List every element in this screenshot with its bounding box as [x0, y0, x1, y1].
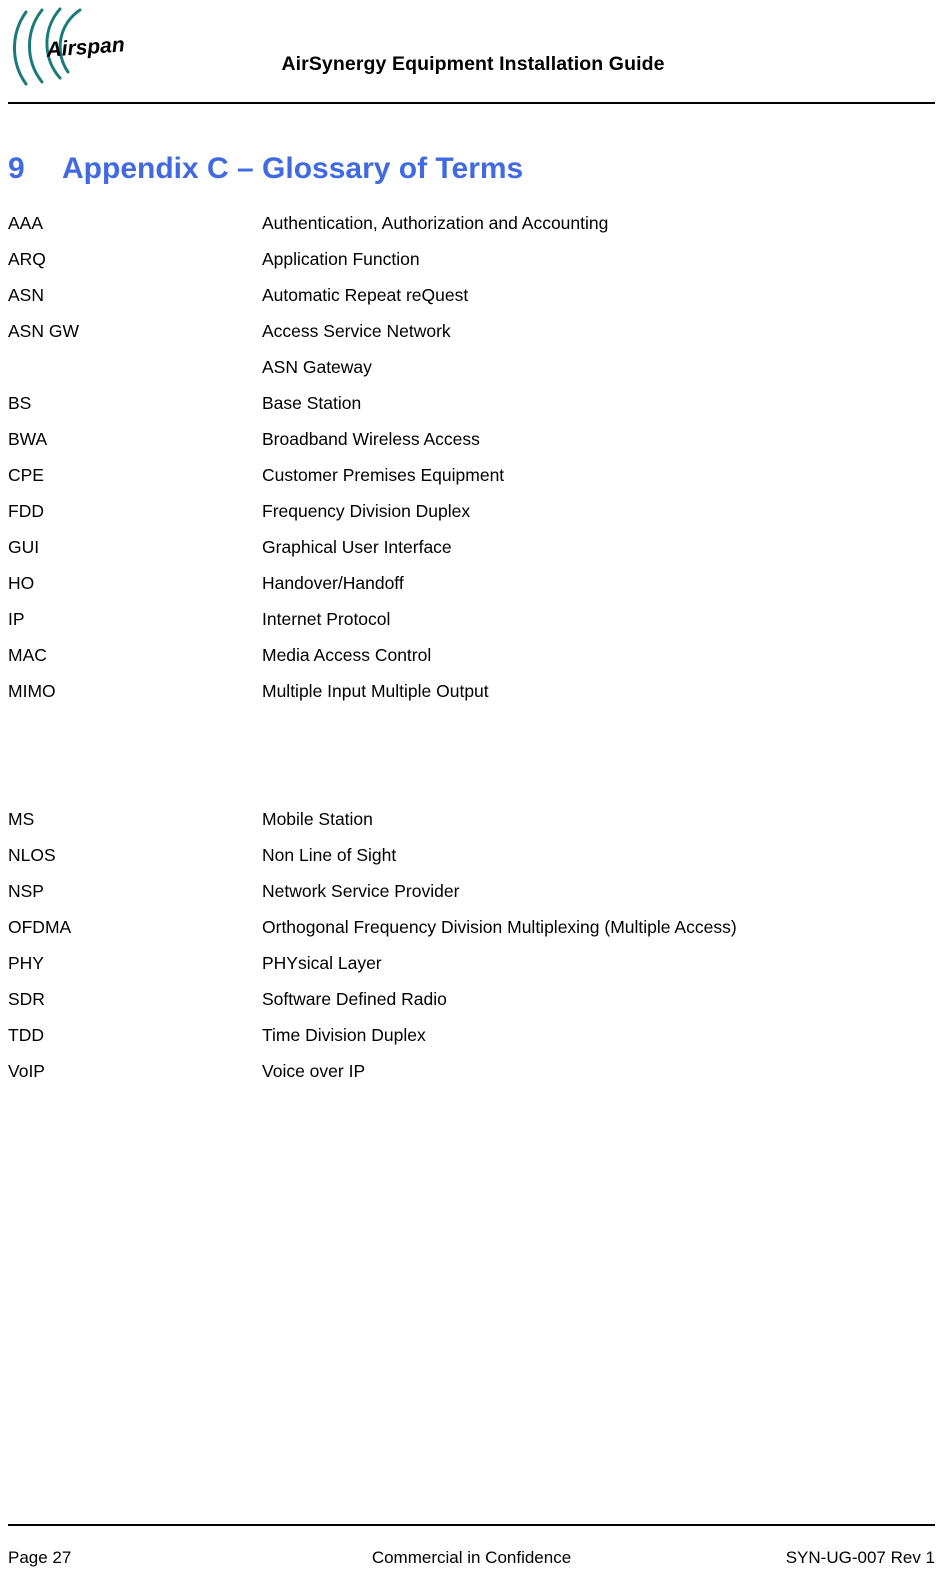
glossary-row: IP Internet Protocol: [0, 601, 946, 637]
glossary-row: AAA Authentication, Authorization and Acc…: [0, 205, 946, 241]
glossary-definition: Internet Protocol: [262, 609, 391, 629]
glossary-term: MAC: [8, 645, 47, 665]
glossary-term: NLOS: [8, 845, 56, 865]
glossary-definition: Broadband Wireless Access: [262, 429, 480, 449]
glossary-definition: Automatic Repeat reQuest: [262, 285, 469, 305]
glossary-term: ARQ: [8, 249, 46, 269]
glossary-term: SDR: [8, 989, 45, 1009]
glossary-row: ARQ Application Function: [0, 241, 946, 277]
glossary-row: MAC Media Access Control: [0, 637, 946, 673]
glossary-definition: Voice over IP: [262, 1061, 366, 1081]
glossary-row: ASN Automatic Repeat reQuest: [0, 277, 946, 313]
page-header: Airspan AirSynergy Equipment Installatio…: [0, 0, 946, 104]
glossary-definition: ASN Gateway: [262, 357, 372, 377]
glossary-list: AAA Authentication, Authorization and Acc…: [0, 205, 946, 1089]
glossary-row: VoIP Voice over IP: [0, 1053, 946, 1089]
glossary-row: [0, 755, 946, 801]
glossary-definition: Handover/Handoff: [262, 573, 404, 593]
glossary-definition: Multiple Input Multiple Output: [262, 681, 489, 701]
airspan-logo: Airspan: [8, 4, 148, 90]
header-divider: [8, 102, 935, 104]
glossary-term: IP: [8, 609, 25, 629]
header-document-title: AirSynergy Equipment Installation Guide: [281, 53, 665, 75]
glossary-row: CPE Customer Premises Equipment: [0, 457, 946, 493]
glossary-row: MS Mobile Station: [0, 801, 946, 837]
glossary-definition: Media Access Control: [262, 645, 432, 665]
glossary-term: BS: [8, 393, 32, 413]
glossary-row: GUI Graphical User Interface: [0, 529, 946, 565]
glossary-row: HO Handover/Handoff: [0, 565, 946, 601]
glossary-row: PHY PHYsical Layer: [0, 945, 946, 981]
glossary-term: AAA: [8, 213, 44, 233]
glossary-row: NLOS Non Line of Sight: [0, 837, 946, 873]
glossary-definition: Network Service Provider: [262, 881, 460, 901]
glossary-term: HO: [8, 573, 35, 593]
glossary-term: OFDMA: [8, 917, 72, 937]
glossary-row: [0, 709, 946, 755]
glossary-term: FDD: [8, 501, 44, 521]
glossary-term: VoIP: [8, 1061, 45, 1081]
glossary-definition: Access Service Network: [262, 321, 451, 341]
glossary-row: ASN Gateway: [0, 349, 946, 385]
glossary-definition: Mobile Station: [262, 809, 373, 829]
glossary-row: SDR Software Defined Radio: [0, 981, 946, 1017]
section-title: Appendix C – Glossary of Terms: [62, 152, 524, 185]
glossary-term: BWA: [8, 429, 48, 449]
glossary-term: CPE: [8, 465, 44, 485]
glossary-definition: Orthogonal Frequency Division Multiplexi…: [262, 917, 737, 937]
glossary-term: ASN GW: [8, 321, 79, 341]
glossary-definition: Customer Premises Equipment: [262, 465, 505, 485]
page-footer: Page 27 Commercial in Confidence SYN-UG-…: [0, 1518, 946, 1582]
footer-document-id: SYN-UG-007 Rev 1: [785, 1548, 935, 1567]
glossary-definition: Time Division Duplex: [262, 1025, 426, 1045]
footer-content: Page 27 Commercial in Confidence SYN-UG-…: [8, 1548, 935, 1574]
glossary-term: TDD: [8, 1025, 44, 1045]
glossary-term: MIMO: [8, 681, 56, 701]
glossary-row: BWA Broadband Wireless Access: [0, 421, 946, 457]
glossary-term: PHY: [8, 953, 44, 973]
glossary-term: NSP: [8, 881, 44, 901]
glossary-row: BS Base Station: [0, 385, 946, 421]
section-number: 9: [8, 152, 25, 185]
glossary-row: MIMO Multiple Input Multiple Output: [0, 673, 946, 709]
glossary-row: TDD Time Division Duplex: [0, 1017, 946, 1053]
glossary-term: GUI: [8, 537, 40, 557]
glossary-definition: Non Line of Sight: [262, 845, 397, 865]
footer-divider: [8, 1524, 935, 1526]
glossary-term: MS: [8, 809, 35, 829]
page-title: 9 Appendix C – Glossary of Terms: [8, 150, 908, 188]
glossary-row: FDD Frequency Division Duplex: [0, 493, 946, 529]
glossary-definition: Base Station: [262, 393, 362, 413]
glossary-row: NSP Network Service Provider: [0, 873, 946, 909]
glossary-definition: Application Function: [262, 249, 420, 269]
glossary-definition: Authentication, Authorization and Accoun…: [262, 213, 609, 233]
glossary-row: OFDMA Orthogonal Frequency Division Multi…: [0, 909, 946, 945]
glossary-definition: Graphical User Interface: [262, 537, 452, 557]
glossary-definition: Frequency Division Duplex: [262, 501, 471, 521]
glossary-definition: Software Defined Radio: [262, 989, 447, 1009]
glossary-row: ASN GW Access Service Network: [0, 313, 946, 349]
glossary-term: ASN: [8, 285, 44, 305]
document-page: Airspan AirSynergy Equipment Installatio…: [0, 0, 946, 1582]
glossary-definition: PHYsical Layer: [262, 953, 382, 973]
